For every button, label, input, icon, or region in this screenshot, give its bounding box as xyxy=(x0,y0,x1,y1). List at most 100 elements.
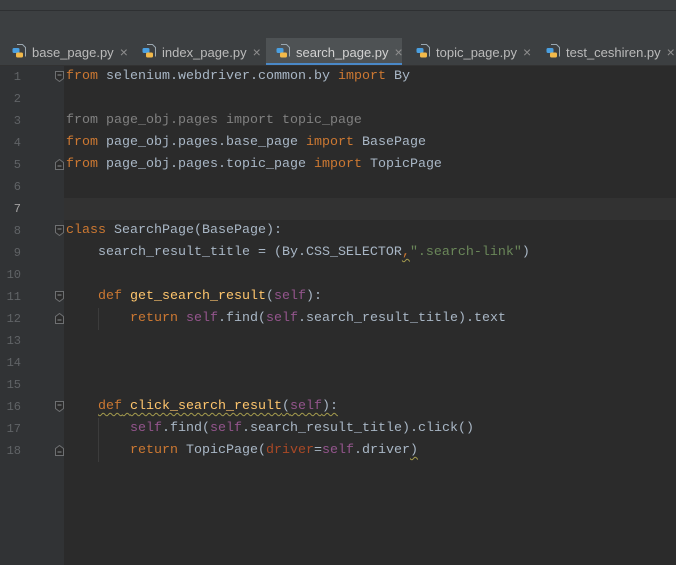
code-line[interactable]: 10 xyxy=(0,264,676,286)
code-line[interactable]: 16 def click_search_result(self): xyxy=(0,396,676,418)
code-line[interactable]: 7 xyxy=(0,198,676,220)
editor-tab-bar: base_page.py × index_page.py × search_pa… xyxy=(0,38,676,66)
tab-topic-page[interactable]: topic_page.py × xyxy=(402,38,538,66)
keyword-token: from xyxy=(66,135,98,150)
identifier-token: ) xyxy=(409,443,418,458)
line-code: from page_obj.pages import topic_page xyxy=(66,110,362,132)
fold-end-icon[interactable] xyxy=(55,159,64,170)
fold-start-icon[interactable] xyxy=(55,401,64,412)
line-number: 5 xyxy=(13,158,21,172)
function-name-token: click_search_result xyxy=(130,399,282,414)
keyword-token: return xyxy=(130,311,178,326)
title-bar xyxy=(0,0,676,10)
close-tab-button[interactable]: × xyxy=(395,45,402,59)
identifier-token: ) xyxy=(521,245,530,260)
line-number: 18 xyxy=(6,444,21,458)
keyword-token: from xyxy=(66,157,98,172)
identifier-token xyxy=(122,399,130,414)
identifier-token: ( xyxy=(265,289,274,304)
identifier-token xyxy=(178,311,186,326)
keyword-token: from xyxy=(66,69,98,84)
navigation-bar xyxy=(0,11,676,38)
current-line-highlight xyxy=(64,198,676,220)
keyword-token: def xyxy=(98,289,122,304)
keyword-token: def xyxy=(98,399,122,414)
code-line[interactable]: 13 xyxy=(0,330,676,352)
line-code: def click_search_result(self): xyxy=(66,396,338,418)
identifier-token xyxy=(66,421,130,436)
tab-label: base_page.py xyxy=(32,44,114,60)
line-number: 7 xyxy=(13,202,21,216)
python-file-icon xyxy=(276,44,290,60)
close-tab-button[interactable]: × xyxy=(667,45,675,59)
line-number: 15 xyxy=(6,378,21,392)
identifier-token: TopicPage xyxy=(361,157,442,172)
keyword-token: import xyxy=(337,69,386,84)
keyword-token: class xyxy=(66,223,106,238)
fold-start-icon[interactable] xyxy=(55,291,64,302)
line-code: from page_obj.pages.base_page import Bas… xyxy=(66,132,426,154)
line-code: return self.find(self.search_result_titl… xyxy=(66,308,506,330)
line-code: search_result_title = (By.CSS_SELECTOR,"… xyxy=(66,242,530,264)
line-code: self.find(self.search_result_title).clic… xyxy=(66,418,474,440)
close-tab-button[interactable]: × xyxy=(523,45,531,59)
code-line[interactable]: 12 return self.find(self.search_result_t… xyxy=(0,308,676,330)
code-line[interactable]: 2 xyxy=(0,88,676,110)
code-line[interactable]: 18 return TopicPage(driver=self.driver) xyxy=(0,440,676,462)
unused-import-token: from page_obj.pages import topic_page xyxy=(66,113,362,128)
identifier-token: page_obj.pages.topic_page xyxy=(98,157,314,172)
close-tab-button[interactable]: × xyxy=(120,45,128,59)
identifier-token: .find( xyxy=(218,311,266,326)
named-argument-token: driver xyxy=(265,443,314,458)
code-line[interactable]: 14 xyxy=(0,352,676,374)
fold-end-icon[interactable] xyxy=(55,313,64,324)
code-line[interactable]: 4 from page_obj.pages.base_page import Ba… xyxy=(0,132,676,154)
code-line[interactable]: 17 self.find(self.search_result_title).c… xyxy=(0,418,676,440)
tab-search-page[interactable]: search_page.py × xyxy=(266,38,402,66)
line-number: 13 xyxy=(6,334,21,348)
self-token: self xyxy=(289,399,322,414)
function-name-token: get_search_result xyxy=(130,289,266,304)
line-number: 16 xyxy=(6,400,21,414)
line-number: 17 xyxy=(6,422,21,436)
tab-index-page[interactable]: index_page.py × xyxy=(133,38,266,66)
code-line[interactable]: 1 from selenium.webdriver.common.by impor… xyxy=(0,66,676,88)
code-line[interactable]: 9 search_result_title = (By.CSS_SELECTOR… xyxy=(0,242,676,264)
identifier-token xyxy=(66,443,130,458)
line-number: 9 xyxy=(13,246,21,260)
line-number: 8 xyxy=(13,224,21,238)
line-number: 12 xyxy=(6,312,21,326)
tab-label: index_page.py xyxy=(162,44,247,60)
code-line[interactable]: 3 from page_obj.pages import topic_page xyxy=(0,110,676,132)
code-line[interactable]: 5 from page_obj.pages.topic_page import T… xyxy=(0,154,676,176)
code-line[interactable]: 6 xyxy=(0,176,676,198)
identifier-token xyxy=(66,399,98,414)
identifier-token: SearchPage(BasePage): xyxy=(106,223,282,238)
tab-label: search_page.py xyxy=(296,44,389,60)
code-line[interactable]: 11 def get_search_result(self): xyxy=(0,286,676,308)
self-token: self xyxy=(130,421,162,436)
identifier-token: page_obj.pages.base_page xyxy=(98,135,306,150)
python-file-icon xyxy=(142,44,156,60)
tab-base-page[interactable]: base_page.py × xyxy=(0,38,133,66)
line-code: class SearchPage(BasePage): xyxy=(66,220,282,242)
tab-test-ceshiren[interactable]: test_ceshiren.py × xyxy=(538,38,676,66)
line-number: 11 xyxy=(6,290,21,304)
keyword-token: import xyxy=(313,157,362,172)
fold-start-icon[interactable] xyxy=(55,225,64,236)
identifier-token: .search_result_title).text xyxy=(298,311,506,326)
code-editor[interactable]: 1 from selenium.webdriver.common.by impor… xyxy=(0,66,676,565)
line-code: return TopicPage(driver=self.driver) xyxy=(66,440,418,462)
self-token: self xyxy=(321,443,354,458)
identifier-token: = xyxy=(313,443,322,458)
tab-label: topic_page.py xyxy=(436,44,517,60)
keyword-token: import xyxy=(305,135,354,150)
line-code: from selenium.webdriver.common.by import… xyxy=(66,66,410,88)
line-number: 6 xyxy=(13,180,21,194)
code-line[interactable]: 15 xyxy=(0,374,676,396)
close-tab-button[interactable]: × xyxy=(253,45,261,59)
self-token: self xyxy=(210,421,242,436)
fold-end-icon[interactable] xyxy=(55,445,64,456)
code-line[interactable]: 8 class SearchPage(BasePage): xyxy=(0,220,676,242)
fold-start-icon[interactable] xyxy=(55,71,64,82)
